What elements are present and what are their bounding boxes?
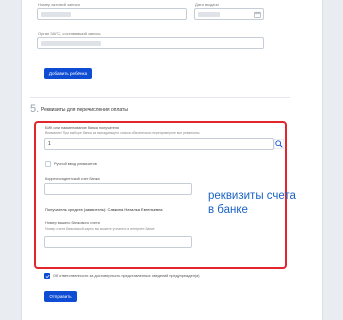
- manual-entry-checkbox[interactable]: [45, 161, 51, 167]
- bik-value: 1: [48, 141, 51, 147]
- bik-label: БИК или наименование банка получателя: [45, 126, 120, 130]
- divider: [30, 97, 290, 98]
- zags-label: Орган ЗАГС, составивший запись: [38, 31, 101, 36]
- masked-value: [41, 41, 101, 46]
- annotation-line-1: реквизиты счета: [208, 190, 296, 202]
- check-icon: [45, 274, 50, 279]
- corr-account-input[interactable]: [44, 183, 192, 195]
- annotation-line-2: в банке: [208, 204, 248, 216]
- bik-note: Внимание! При выборе банка из выпадающег…: [45, 131, 201, 135]
- masked-value: [198, 12, 220, 17]
- account-label: Номер вашего банкового счета: [45, 221, 100, 225]
- annotation-text: реквизиты счета в банке: [208, 189, 298, 217]
- act-number-field[interactable]: [37, 8, 187, 20]
- masked-value: [41, 12, 71, 17]
- act-number-label: Номер актовой записи: [38, 2, 80, 7]
- add-child-button[interactable]: Добавить ребёнка: [44, 68, 92, 79]
- search-icon[interactable]: [274, 139, 284, 149]
- zags-field[interactable]: [37, 37, 264, 49]
- account-note: Номер счета банковской карты вы можете у…: [45, 227, 155, 231]
- act-date-label: Дата выдачи: [195, 2, 219, 7]
- consent-checkbox[interactable]: [44, 273, 50, 279]
- bik-input[interactable]: 1: [44, 138, 274, 150]
- act-date-field[interactable]: [194, 8, 264, 20]
- account-input[interactable]: [44, 236, 192, 248]
- submit-button[interactable]: Отправить: [44, 291, 77, 302]
- corr-account-label: Корреспондентский счет банка: [45, 177, 100, 181]
- calendar-icon[interactable]: [254, 11, 261, 18]
- manual-entry-label: Ручной ввод реквизитов: [54, 162, 97, 166]
- recipient-text: Получатель средств (заявитель): Савкина …: [45, 207, 163, 212]
- section-number: 5.: [30, 103, 40, 115]
- section-title: Реквизиты для перечисления оплаты: [41, 107, 128, 113]
- consent-label: Об ответственности за достоверность пред…: [53, 274, 200, 278]
